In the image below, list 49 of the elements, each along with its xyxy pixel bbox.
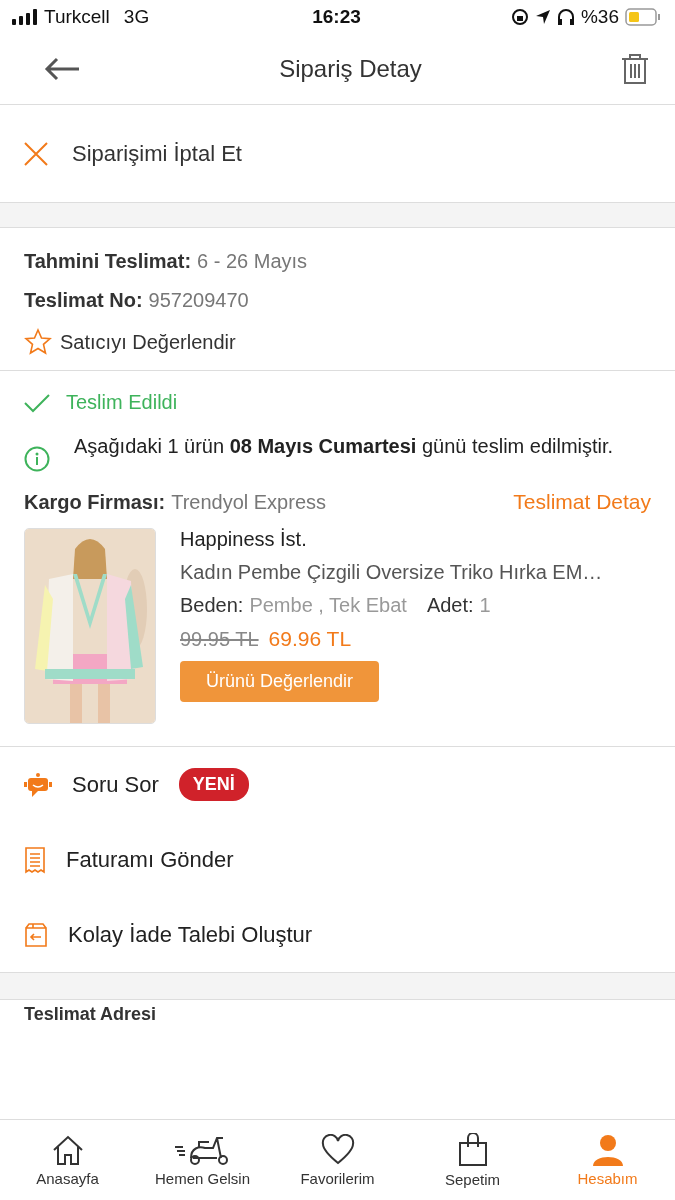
person-icon: [590, 1133, 625, 1166]
product-name: Kadın Pembe Çizgili Oversize Triko Hırka EM…: [180, 561, 603, 584]
info-label: Teslimat No:: [24, 289, 143, 312]
new-badge: YENİ: [178, 768, 249, 801]
carrier-name: Turkcell: [44, 6, 110, 28]
action-link[interactable]: Kolay İade Talebi Oluştur: [68, 921, 313, 948]
rotation-lock-icon: [510, 8, 529, 26]
tab-bar-item[interactable]: Sepetim: [405, 1120, 540, 1200]
info-icon: [24, 446, 50, 472]
tab-bar-item[interactable]: Anasayfa: [0, 1120, 135, 1200]
section-title: Teslimat Adresi: [24, 1004, 157, 1024]
signal-icon: [12, 9, 38, 25]
heart-icon: [320, 1133, 355, 1166]
shopping-bag-icon: [457, 1132, 488, 1167]
page-title: Sipariş Detay: [279, 55, 422, 83]
star-icon: [24, 328, 52, 356]
cargo-company: Trendyol Express: [171, 490, 327, 514]
cargo-label: Kargo Firması:: [24, 490, 166, 514]
tab-bar-item[interactable]: Hemen Gelsin: [135, 1120, 270, 1200]
info-value: 6 - 26 Mayıs: [197, 250, 308, 273]
checkmark-icon: [24, 392, 50, 413]
clock-time: 16:23: [312, 6, 361, 28]
size-value: Pembe , Tek Ebat: [249, 594, 407, 617]
tab-bar-item[interactable]: Favorilerim: [270, 1120, 405, 1200]
delivery-message: Aşağıdaki 1 ürün 08 Mayıs Cumartesi günü teslim edilmiştir.: [74, 434, 614, 459]
robot-icon: [24, 771, 52, 798]
trash-icon[interactable]: [621, 53, 649, 85]
product-brand: Happiness İst.: [180, 528, 308, 551]
rate-seller-link[interactable]: Satıcıyı Değerlendir: [60, 330, 236, 354]
quantity-value: 1: [479, 594, 491, 617]
location-arrow-icon: [534, 9, 551, 25]
action-link[interactable]: Faturamı Gönder: [66, 846, 234, 873]
cancel-order-link[interactable]: Siparişimi İptal Et: [72, 140, 242, 167]
size-label: Beden:: [180, 594, 244, 617]
network-type: 3G: [123, 6, 150, 28]
product-price: 69.96 TL: [268, 627, 352, 651]
info-value: 957209470: [148, 289, 249, 312]
battery-icon: [625, 8, 661, 26]
old-price: 99.95 TL: [180, 628, 259, 651]
info-label: Tahmini Teslimat:: [24, 250, 192, 273]
action-link[interactable]: Soru Sor: [72, 771, 159, 798]
close-icon: [24, 141, 48, 166]
battery-percent: %36: [580, 6, 619, 28]
return-box-icon: [24, 921, 48, 948]
headphones-icon: [556, 8, 575, 26]
delivery-status: Teslim Edildi: [66, 391, 178, 414]
back-arrow-icon[interactable]: [44, 57, 80, 81]
quantity-label: Adet:: [426, 594, 474, 617]
receipt-icon: [24, 845, 46, 874]
